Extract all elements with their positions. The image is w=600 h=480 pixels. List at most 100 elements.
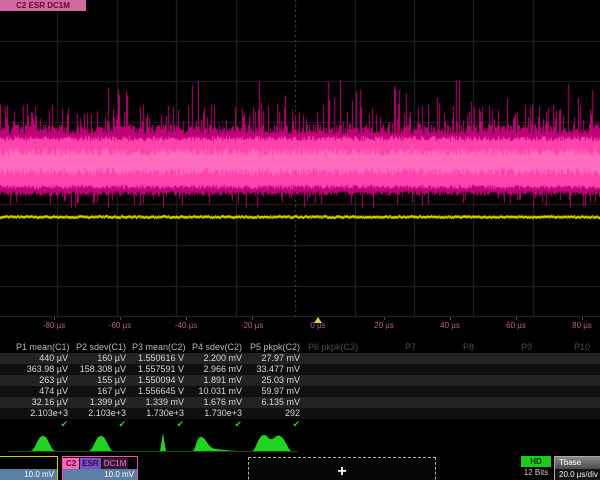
status-check-icon: ✔ xyxy=(248,419,306,430)
histicon-strip xyxy=(0,431,600,455)
measure-value-cell xyxy=(538,397,596,408)
measure-value-cell xyxy=(364,364,422,375)
tbase-title: Tbase xyxy=(555,457,600,469)
channel-c1-descriptor[interactable]: C1 DC1M 10.0 mV xyxy=(0,456,58,480)
table-row: 263 µV155 µV1.550094 V1.891 mV25.03 mV xyxy=(0,375,600,386)
measure-value-cell: 1.550616 V xyxy=(132,353,190,364)
status-check-icon xyxy=(422,419,480,430)
measure-value-cell: 363.98 µV xyxy=(16,364,74,375)
measure-value-cell: 1.557591 V xyxy=(132,364,190,375)
hd-mode-badge[interactable]: HD xyxy=(521,456,551,467)
trigger-position-marker[interactable] xyxy=(314,317,322,323)
status-check-icon xyxy=(538,419,596,430)
measure-value-cell xyxy=(480,386,538,397)
measure-value-cell xyxy=(480,353,538,364)
axis-tick-label: -20 µs xyxy=(241,321,263,330)
measure-value-cell: 1.730e+3 xyxy=(190,408,248,419)
measure-value-cell: 155 µV xyxy=(74,375,132,386)
status-check-icon: ✔ xyxy=(132,419,190,430)
measure-value-cell: 1.891 mV xyxy=(190,375,248,386)
plus-icon: + xyxy=(337,467,346,477)
table-row: ✔✔✔✔✔ xyxy=(0,419,600,430)
measure-value-cell xyxy=(538,386,596,397)
measure-value-cell xyxy=(538,408,596,419)
c1-volts-per-div: 10.0 mV xyxy=(0,469,57,480)
status-check-icon: ✔ xyxy=(190,419,248,430)
measure-column-header[interactable]: P7 xyxy=(364,342,422,353)
measure-value-cell: 1.676 mV xyxy=(190,397,248,408)
waveform-grid[interactable] xyxy=(0,0,600,317)
channel-c2-descriptor[interactable]: C2 ESR DC1M 10.0 mV xyxy=(62,456,138,480)
measure-value-cell: 263 µV xyxy=(16,375,74,386)
measure-value-cell xyxy=(306,408,364,419)
axis-tick-label: 40 µs xyxy=(440,321,460,330)
axis-tick-mark xyxy=(450,317,451,320)
measure-value-cell: 1.730e+3 xyxy=(132,408,190,419)
measure-value-cell xyxy=(480,408,538,419)
oscilloscope-screen: C2 ESR DC1M -100 µs-80 µs-60 µs-40 µs-20… xyxy=(0,0,600,480)
measure-value-cell xyxy=(422,397,480,408)
histicon-p4 xyxy=(188,437,238,451)
measure-column-header[interactable]: P5 pkpk(C2) xyxy=(248,342,306,353)
measure-value-cell xyxy=(538,375,596,386)
table-row: 2.103e+32.103e+31.730e+31.730e+3292 xyxy=(0,408,600,419)
histicon-baseline xyxy=(8,451,298,452)
timebase-axis: -100 µs-80 µs-60 µs-40 µs-20 µs0 µs20 µs… xyxy=(0,317,600,334)
measure-value-cell xyxy=(364,386,422,397)
c2-coupling: DC1M xyxy=(102,458,129,469)
measure-column-header[interactable]: P10 xyxy=(538,342,596,353)
measure-value-cell xyxy=(306,353,364,364)
hd-bits-label: 12 Bits xyxy=(517,468,555,477)
measure-value-cell xyxy=(480,397,538,408)
histicon-p3 xyxy=(130,433,180,451)
measure-value-cell xyxy=(422,364,480,375)
measure-column-header[interactable]: P8 xyxy=(422,342,480,353)
measure-value-cell xyxy=(306,386,364,397)
histicon-p1 xyxy=(14,436,64,451)
measure-value-cell xyxy=(306,375,364,386)
measure-value-cell: 2.200 mV xyxy=(190,353,248,364)
measure-value-cell: 292 xyxy=(248,408,306,419)
measure-column-header[interactable]: P1 mean(C1) xyxy=(16,342,74,353)
c2-volts-per-div: 10.0 mV xyxy=(63,469,137,480)
measure-value-cell: 2.966 mV xyxy=(190,364,248,375)
measure-value-cell: 2.103e+3 xyxy=(16,408,74,419)
axis-tick-mark xyxy=(54,317,55,320)
measure-column-header[interactable]: P4 sdev(C2) xyxy=(190,342,248,353)
table-row: 440 µV160 µV1.550616 V2.200 mV27.97 mV xyxy=(0,353,600,364)
axis-tick-mark xyxy=(120,317,121,320)
descriptor-bar: C1 DC1M 10.0 mV C2 ESR DC1M 10.0 mV + HD… xyxy=(0,455,600,480)
axis-tick-label: 80 µs xyxy=(572,321,592,330)
c1-coupling: DC1M xyxy=(0,458,2,469)
measure-value-cell: 1.550094 V xyxy=(132,375,190,386)
measure-value-cell xyxy=(364,408,422,419)
table-row: 32.16 µV1.399 µV1.339 mV1.676 mV6.135 mV xyxy=(0,397,600,408)
axis-tick-label: 60 µs xyxy=(506,321,526,330)
timebase-descriptor[interactable]: Tbase 20.0 µs/div xyxy=(554,456,600,480)
measure-value-cell: 1.556645 V xyxy=(132,386,190,397)
measure-value-cell xyxy=(422,353,480,364)
axis-tick-mark xyxy=(252,317,253,320)
measure-column-header[interactable]: P2 sdev(C1) xyxy=(74,342,132,353)
histicon-p2 xyxy=(72,436,122,451)
measure-column-header[interactable]: P9 xyxy=(480,342,538,353)
measure-column-header[interactable]: P6 pkpk(C3) xyxy=(306,342,364,353)
measure-value-cell: 2.103e+3 xyxy=(74,408,132,419)
add-trace-dropzone[interactable]: + xyxy=(248,457,436,480)
status-check-icon xyxy=(480,419,538,430)
measure-value-cell xyxy=(480,375,538,386)
measure-value-cell xyxy=(364,397,422,408)
table-row: 363.98 µV158.308 µV1.557591 V2.966 mV33.… xyxy=(0,364,600,375)
axis-tick-mark xyxy=(186,317,187,320)
trace-label-badge[interactable]: C2 ESR DC1M xyxy=(0,0,86,11)
measure-value-cell xyxy=(364,375,422,386)
status-check-icon xyxy=(306,419,364,430)
status-check-icon: ✔ xyxy=(74,419,132,430)
measure-value-cell: 1.339 mV xyxy=(132,397,190,408)
axis-tick-label: -40 µs xyxy=(175,321,197,330)
measure-value-cell: 33.477 mV xyxy=(248,364,306,375)
measure-value-cell: 160 µV xyxy=(74,353,132,364)
measure-value-cell: 32.16 µV xyxy=(16,397,74,408)
measure-column-header[interactable]: P3 mean(C2) xyxy=(132,342,190,353)
status-check-icon xyxy=(364,419,422,430)
